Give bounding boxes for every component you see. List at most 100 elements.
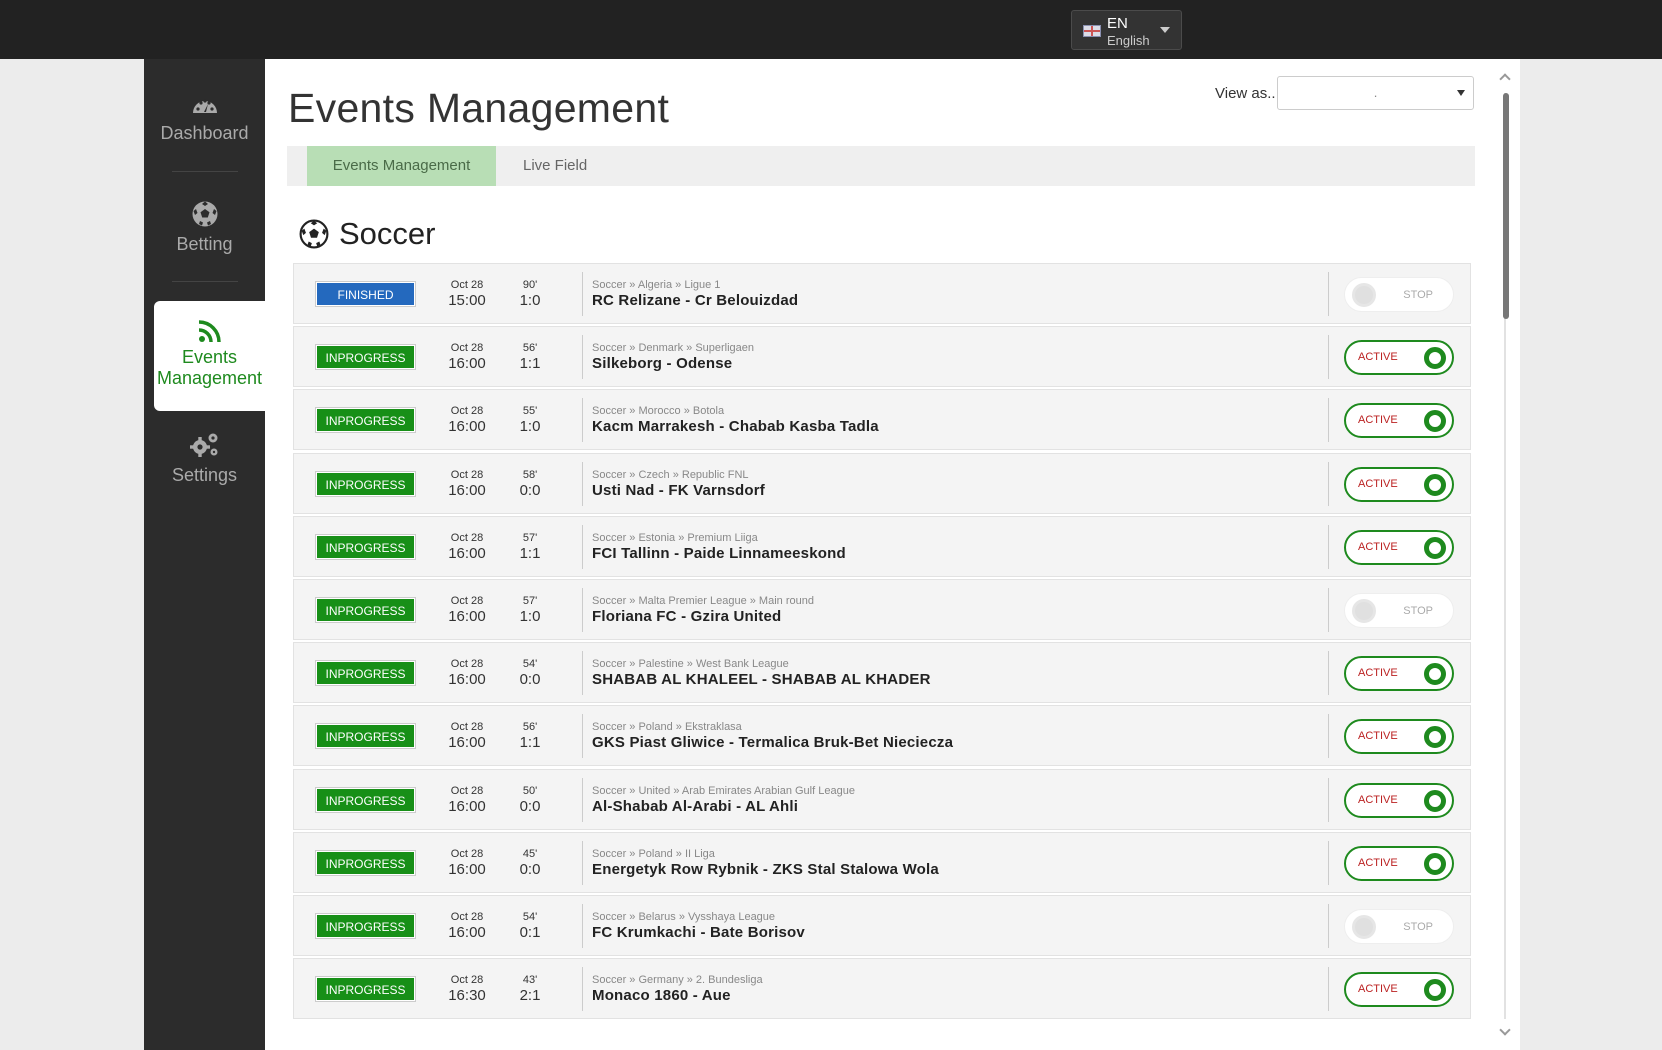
event-path: Soccer » Denmark » Superligaen <box>592 342 755 354</box>
event-path: Soccer » Morocco » Botola <box>592 405 725 417</box>
uk-flag-icon <box>1083 25 1101 37</box>
divider <box>1328 525 1329 569</box>
event-match[interactable]: FCI Tallinn - Paide Linnameeskond <box>592 545 846 562</box>
event-match[interactable]: SHABAB AL KHALEEL - SHABAB AL KHADER <box>592 671 931 688</box>
divider <box>582 398 583 442</box>
scrollbar[interactable] <box>1491 59 1520 1050</box>
event-date: Oct 28 <box>450 405 484 417</box>
event-datetime: Oct 28 16:00 <box>439 911 495 941</box>
divider <box>582 778 583 822</box>
event-row[interactable]: INPROGRESS Oct 28 16:00 45' 0:0 Soccer » Pola… <box>293 832 1471 893</box>
status-badge: INPROGRESS <box>316 345 415 369</box>
event-match[interactable]: Energetyk Row Rybnik - ZKS Stal Stalowa … <box>592 861 939 878</box>
event-row[interactable]: INPROGRESS Oct 28 16:00 50' 0:0 Soccer » Unit… <box>293 769 1471 830</box>
event-score: 0:0 <box>519 861 541 878</box>
event-status-toggle[interactable]: STOP <box>1344 277 1454 312</box>
event-row[interactable]: INPROGRESS Oct 28 16:00 57' 1:1 Soccer » Esto… <box>293 516 1471 577</box>
toggle-knob <box>1424 537 1446 559</box>
event-status-toggle[interactable]: ACTIVE <box>1344 467 1454 502</box>
event-match[interactable]: RC Relizane - Cr Belouizdad <box>592 292 798 309</box>
events-list: FINISHED Oct 28 15:00 90' 1:0 Soccer » Algeri… <box>293 263 1475 1050</box>
sidebar-divider <box>172 171 238 172</box>
toggle-label: STOP <box>1403 921 1433 933</box>
event-status-toggle[interactable]: ACTIVE <box>1344 403 1454 438</box>
event-row[interactable]: INPROGRESS Oct 28 16:30 43' 2:1 Soccer » Germ… <box>293 958 1471 1019</box>
sidebar-item-dashboard[interactable]: Dashboard <box>144 93 265 144</box>
event-status-toggle[interactable]: ACTIVE <box>1344 846 1454 881</box>
event-score: 1:0 <box>519 608 541 625</box>
event-match[interactable]: Monaco 1860 - Aue <box>592 987 731 1004</box>
event-path: Soccer » Algeria » Ligue 1 <box>592 279 721 291</box>
event-score: 0:0 <box>519 798 541 815</box>
event-path: Soccer » Malta Premier League » Main rou… <box>592 595 814 607</box>
event-match[interactable]: Usti Nad - FK Varnsdorf <box>592 482 765 499</box>
event-date: Oct 28 <box>450 721 484 733</box>
event-match[interactable]: Silkeborg - Odense <box>592 355 732 372</box>
event-minute: 57' <box>522 595 538 607</box>
toggle-knob <box>1424 979 1446 1001</box>
divider <box>1328 841 1329 885</box>
event-status-toggle[interactable]: ACTIVE <box>1344 656 1454 691</box>
status-badge: INPROGRESS <box>316 535 415 559</box>
tab-live-field[interactable]: Live Field <box>523 146 587 186</box>
event-path: Soccer » Poland » II Liga <box>592 848 715 860</box>
event-score-block: 57' 1:1 <box>510 532 550 562</box>
event-time: 16:00 <box>448 545 486 562</box>
event-status-toggle[interactable]: ACTIVE <box>1344 719 1454 754</box>
divider <box>582 588 583 632</box>
event-score-block: 54' 0:1 <box>510 911 550 941</box>
language-selector[interactable]: EN English <box>1071 10 1182 50</box>
event-row[interactable]: INPROGRESS Oct 28 16:00 57' 1:0 Soccer » Malt… <box>293 579 1471 640</box>
event-status-toggle[interactable]: ACTIVE <box>1344 783 1454 818</box>
toggle-label: ACTIVE <box>1358 794 1398 806</box>
event-datetime: Oct 28 16:00 <box>439 595 495 625</box>
event-time: 16:00 <box>448 861 486 878</box>
event-status-toggle[interactable]: STOP <box>1344 909 1454 944</box>
sidebar-item-settings[interactable]: Settings <box>144 431 265 486</box>
toggle-knob <box>1352 599 1376 623</box>
event-score: 1:0 <box>519 292 541 309</box>
event-row[interactable]: INPROGRESS Oct 28 16:00 58' 0:0 Soccer » Czec… <box>293 453 1471 514</box>
event-row[interactable]: INPROGRESS Oct 28 16:00 55' 1:0 Soccer » Moro… <box>293 389 1471 450</box>
status-badge: INPROGRESS <box>316 661 415 685</box>
sidebar-item-betting[interactable]: Betting <box>144 200 265 255</box>
event-row[interactable]: INPROGRESS Oct 28 16:00 56' 1:1 Soccer » Denm… <box>293 326 1471 387</box>
toggle-knob <box>1424 663 1446 685</box>
divider <box>1328 778 1329 822</box>
event-date: Oct 28 <box>450 279 484 291</box>
divider <box>582 272 583 316</box>
rss-feed-icon <box>198 320 221 343</box>
event-score-block: 54' 0:0 <box>510 658 550 688</box>
event-match[interactable]: Floriana FC - Gzira United <box>592 608 781 625</box>
event-datetime: Oct 28 16:30 <box>439 974 495 1004</box>
event-match[interactable]: Kacm Marrakesh - Chabab Kasba Tadla <box>592 418 879 435</box>
main-panel: Events Management View as.. . Events Man… <box>265 59 1520 1050</box>
event-status-toggle[interactable]: STOP <box>1344 593 1454 628</box>
tab-events-management[interactable]: Events Management <box>307 146 496 186</box>
scroll-up-icon[interactable] <box>1499 73 1511 85</box>
event-row[interactable]: INPROGRESS Oct 28 16:00 54' 0:1 Soccer » Bela… <box>293 895 1471 956</box>
event-status-toggle[interactable]: ACTIVE <box>1344 340 1454 375</box>
scroll-down-icon[interactable] <box>1499 1024 1511 1036</box>
event-match[interactable]: FC Krumkachi - Bate Borisov <box>592 924 805 941</box>
event-path: Soccer » Germany » 2. Bundesliga <box>592 974 763 986</box>
event-time: 16:00 <box>448 355 486 372</box>
scroll-thumb[interactable] <box>1503 93 1509 319</box>
event-row[interactable]: FINISHED Oct 28 15:00 90' 1:0 Soccer » Algeri… <box>293 263 1471 324</box>
event-match[interactable]: GKS Piast Gliwice - Termalica Bruk-Bet N… <box>592 734 953 751</box>
top-bar: EN English <box>0 0 1662 59</box>
divider <box>1328 588 1329 632</box>
view-as-select[interactable]: . <box>1277 76 1474 110</box>
event-status-toggle[interactable]: ACTIVE <box>1344 530 1454 565</box>
sidebar-item-events-management[interactable]: Events Management <box>154 301 265 411</box>
event-date: Oct 28 <box>450 848 484 860</box>
event-row[interactable]: INPROGRESS Oct 28 16:00 54' 0:0 Soccer » Pale… <box>293 642 1471 703</box>
sidebar-item-label: Settings <box>171 465 238 485</box>
event-time: 16:00 <box>448 482 486 499</box>
tab-bar: Events Management Live Field <box>287 146 1475 186</box>
event-match[interactable]: Al-Shabab Al-Arabi - AL Ahli <box>592 798 798 815</box>
divider <box>1328 335 1329 379</box>
event-status-toggle[interactable]: ACTIVE <box>1344 972 1454 1007</box>
event-row[interactable]: INPROGRESS Oct 28 16:00 56' 1:1 Soccer » Pola… <box>293 705 1471 766</box>
event-datetime: Oct 28 16:00 <box>439 342 495 372</box>
